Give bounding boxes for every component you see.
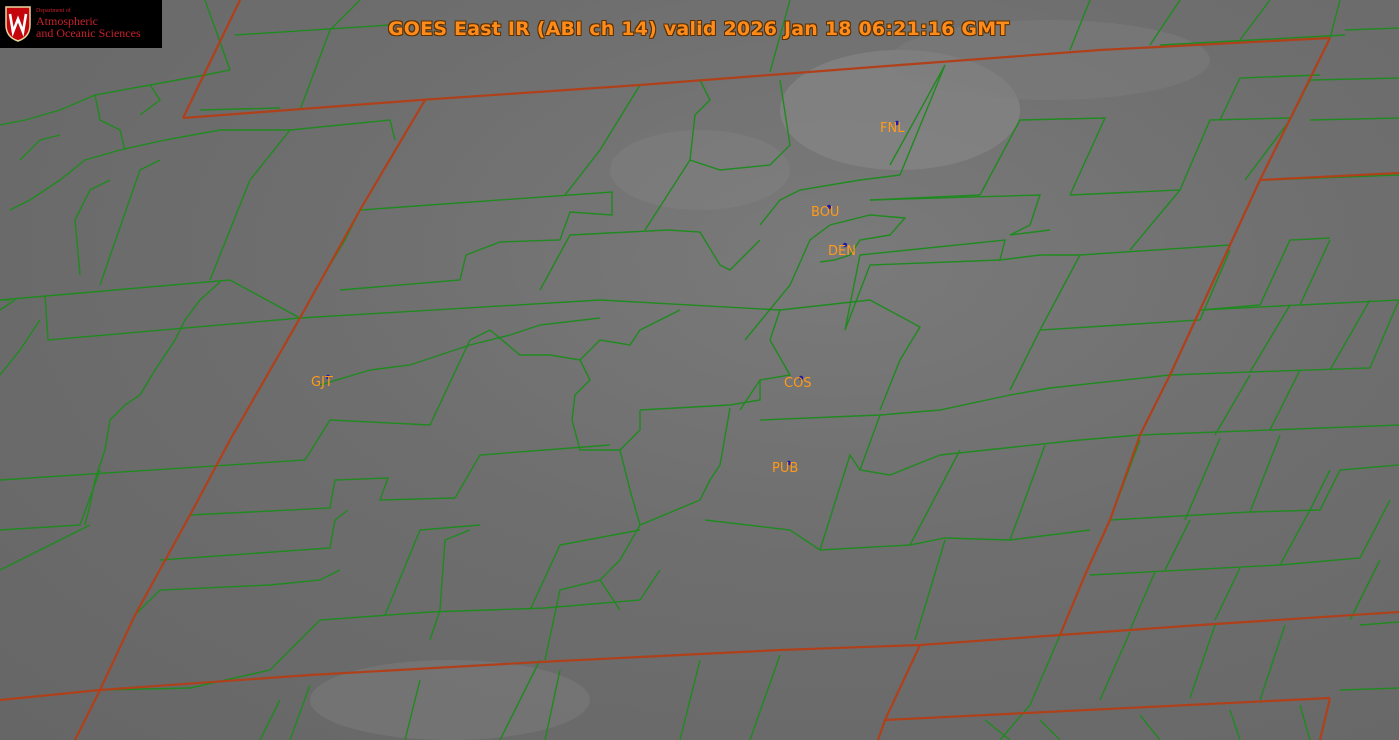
station-pub[interactable]: PUB [772, 460, 798, 476]
image-title: GOES East IR (ABI ch 14) valid 2026 Jan … [388, 18, 1010, 40]
station-markers: FNL BOU DEN GJT COS PUB [311, 120, 905, 476]
station-bou[interactable]: BOU [811, 204, 839, 220]
logo-line2-text: and Oceanic Sciences [36, 26, 141, 41]
station-bou-label: BOU [811, 205, 839, 220]
station-cos-label: COS [784, 376, 812, 391]
station-den-label: DEN [828, 244, 856, 259]
station-gjt-label: GJT [311, 375, 333, 390]
uw-crest-icon [5, 6, 31, 42]
station-fnl-label: FNL [880, 121, 905, 136]
county-borders [0, 0, 1399, 740]
station-cos[interactable]: COS [784, 375, 812, 391]
station-fnl[interactable]: FNL [880, 120, 905, 136]
aos-logo: Department of Atmospheric and Oceanic Sc… [0, 0, 162, 48]
station-den[interactable]: DEN [828, 242, 856, 259]
station-pub-label: PUB [772, 461, 798, 476]
logo-text: Department of Atmospheric and Oceanic Sc… [36, 8, 141, 39]
satellite-map-view: FNL BOU DEN GJT COS PUB Department of At… [0, 0, 1399, 740]
map-canvas: FNL BOU DEN GJT COS PUB [0, 0, 1399, 740]
station-gjt[interactable]: GJT [311, 374, 333, 390]
